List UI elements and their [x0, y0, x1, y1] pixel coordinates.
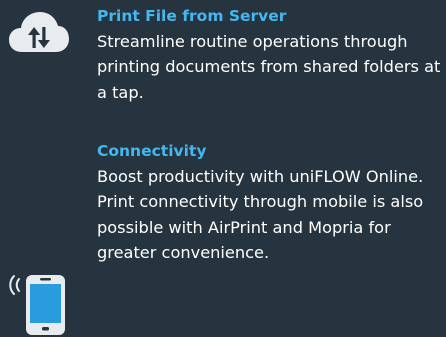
feature-description: Boost productivity with uniFLOW Online. … [97, 167, 424, 262]
feature-title: Connectivity [97, 142, 207, 160]
cloud-upload-download-icon [9, 12, 69, 52]
mobile-phone-wireless-icon [9, 275, 65, 335]
feature-print-file-from-server: Print File from Server Streamline routin… [0, 0, 446, 120]
feature-description: Streamline routine operations through pr… [97, 32, 441, 102]
feature-title: Print File from Server [97, 7, 287, 25]
feature-connectivity: Connectivity Boost productivity with uni… [0, 135, 446, 335]
